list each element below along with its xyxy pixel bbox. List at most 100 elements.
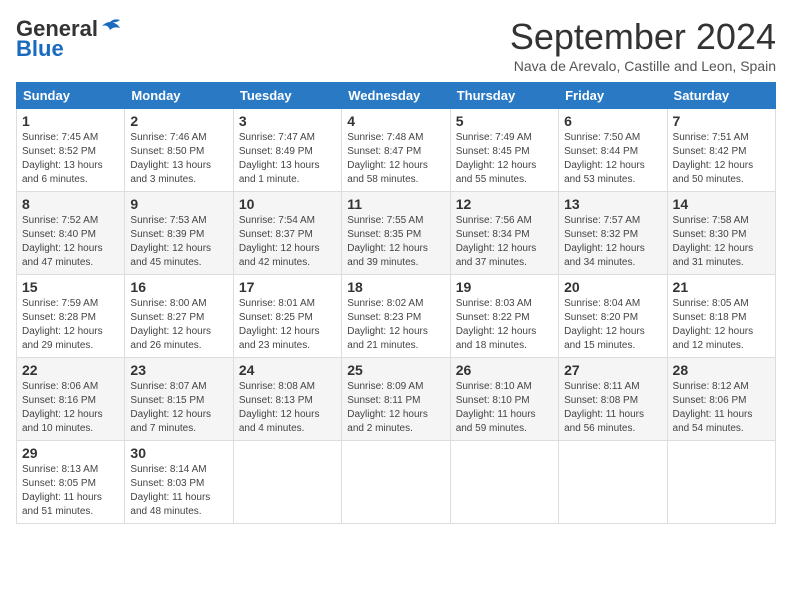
calendar-cell: 8 Sunrise: 7:52 AMSunset: 8:40 PMDayligh… [17, 192, 125, 275]
calendar-cell: 11 Sunrise: 7:55 AMSunset: 8:35 PMDaylig… [342, 192, 450, 275]
calendar-cell: 24 Sunrise: 8:08 AMSunset: 8:13 PMDaylig… [233, 358, 341, 441]
logo-blue-text: Blue [16, 36, 64, 62]
day-info: Sunrise: 8:06 AMSunset: 8:16 PMDaylight:… [22, 380, 119, 436]
calendar-cell: 29 Sunrise: 8:13 AMSunset: 8:05 PMDaylig… [17, 441, 125, 524]
day-info: Sunrise: 7:52 AMSunset: 8:40 PMDaylight:… [22, 214, 119, 270]
day-number: 7 [673, 113, 770, 129]
day-number: 2 [130, 113, 227, 129]
calendar-cell: 4 Sunrise: 7:48 AMSunset: 8:47 PMDayligh… [342, 109, 450, 192]
header-wednesday: Wednesday [342, 83, 450, 109]
calendar-table: SundayMondayTuesdayWednesdayThursdayFrid… [16, 82, 776, 524]
calendar-week-4: 22 Sunrise: 8:06 AMSunset: 8:16 PMDaylig… [17, 358, 776, 441]
day-number: 11 [347, 196, 444, 212]
day-number: 22 [22, 362, 119, 378]
calendar-cell: 26 Sunrise: 8:10 AMSunset: 8:10 PMDaylig… [450, 358, 558, 441]
day-info: Sunrise: 8:04 AMSunset: 8:20 PMDaylight:… [564, 297, 661, 353]
day-info: Sunrise: 8:03 AMSunset: 8:22 PMDaylight:… [456, 297, 553, 353]
calendar-cell [559, 441, 667, 524]
calendar-week-1: 1 Sunrise: 7:45 AMSunset: 8:52 PMDayligh… [17, 109, 776, 192]
day-number: 3 [239, 113, 336, 129]
day-number: 26 [456, 362, 553, 378]
calendar-cell: 13 Sunrise: 7:57 AMSunset: 8:32 PMDaylig… [559, 192, 667, 275]
header-friday: Friday [559, 83, 667, 109]
day-number: 12 [456, 196, 553, 212]
header-thursday: Thursday [450, 83, 558, 109]
calendar-cell: 12 Sunrise: 7:56 AMSunset: 8:34 PMDaylig… [450, 192, 558, 275]
day-info: Sunrise: 7:54 AMSunset: 8:37 PMDaylight:… [239, 214, 336, 270]
day-number: 23 [130, 362, 227, 378]
calendar-cell: 19 Sunrise: 8:03 AMSunset: 8:22 PMDaylig… [450, 275, 558, 358]
calendar-cell: 18 Sunrise: 8:02 AMSunset: 8:23 PMDaylig… [342, 275, 450, 358]
day-number: 8 [22, 196, 119, 212]
calendar-cell: 9 Sunrise: 7:53 AMSunset: 8:39 PMDayligh… [125, 192, 233, 275]
header-sunday: Sunday [17, 83, 125, 109]
day-number: 5 [456, 113, 553, 129]
calendar-cell: 6 Sunrise: 7:50 AMSunset: 8:44 PMDayligh… [559, 109, 667, 192]
day-info: Sunrise: 8:10 AMSunset: 8:10 PMDaylight:… [456, 380, 553, 436]
logo: General Blue [16, 16, 120, 62]
day-info: Sunrise: 8:00 AMSunset: 8:27 PMDaylight:… [130, 297, 227, 353]
day-number: 14 [673, 196, 770, 212]
calendar-cell: 28 Sunrise: 8:12 AMSunset: 8:06 PMDaylig… [667, 358, 775, 441]
day-info: Sunrise: 8:14 AMSunset: 8:03 PMDaylight:… [130, 463, 227, 519]
calendar-cell: 23 Sunrise: 8:07 AMSunset: 8:15 PMDaylig… [125, 358, 233, 441]
calendar-cell: 16 Sunrise: 8:00 AMSunset: 8:27 PMDaylig… [125, 275, 233, 358]
day-info: Sunrise: 8:09 AMSunset: 8:11 PMDaylight:… [347, 380, 444, 436]
calendar-cell: 3 Sunrise: 7:47 AMSunset: 8:49 PMDayligh… [233, 109, 341, 192]
day-info: Sunrise: 8:02 AMSunset: 8:23 PMDaylight:… [347, 297, 444, 353]
calendar-week-3: 15 Sunrise: 7:59 AMSunset: 8:28 PMDaylig… [17, 275, 776, 358]
calendar-cell: 10 Sunrise: 7:54 AMSunset: 8:37 PMDaylig… [233, 192, 341, 275]
calendar-cell: 22 Sunrise: 8:06 AMSunset: 8:16 PMDaylig… [17, 358, 125, 441]
day-info: Sunrise: 8:13 AMSunset: 8:05 PMDaylight:… [22, 463, 119, 519]
day-info: Sunrise: 7:49 AMSunset: 8:45 PMDaylight:… [456, 131, 553, 187]
day-info: Sunrise: 7:57 AMSunset: 8:32 PMDaylight:… [564, 214, 661, 270]
logo-bird-icon [100, 18, 120, 34]
calendar-cell: 5 Sunrise: 7:49 AMSunset: 8:45 PMDayligh… [450, 109, 558, 192]
day-number: 6 [564, 113, 661, 129]
day-info: Sunrise: 8:05 AMSunset: 8:18 PMDaylight:… [673, 297, 770, 353]
day-number: 25 [347, 362, 444, 378]
day-info: Sunrise: 7:59 AMSunset: 8:28 PMDaylight:… [22, 297, 119, 353]
calendar-cell [667, 441, 775, 524]
page-header: General Blue September 2024 Nava de Arev… [16, 16, 776, 74]
day-number: 27 [564, 362, 661, 378]
calendar-cell: 14 Sunrise: 7:58 AMSunset: 8:30 PMDaylig… [667, 192, 775, 275]
day-number: 4 [347, 113, 444, 129]
calendar-cell: 20 Sunrise: 8:04 AMSunset: 8:20 PMDaylig… [559, 275, 667, 358]
day-info: Sunrise: 7:50 AMSunset: 8:44 PMDaylight:… [564, 131, 661, 187]
calendar-cell: 21 Sunrise: 8:05 AMSunset: 8:18 PMDaylig… [667, 275, 775, 358]
day-number: 10 [239, 196, 336, 212]
calendar-cell [450, 441, 558, 524]
day-info: Sunrise: 8:11 AMSunset: 8:08 PMDaylight:… [564, 380, 661, 436]
day-number: 15 [22, 279, 119, 295]
calendar-cell: 17 Sunrise: 8:01 AMSunset: 8:25 PMDaylig… [233, 275, 341, 358]
calendar-cell: 30 Sunrise: 8:14 AMSunset: 8:03 PMDaylig… [125, 441, 233, 524]
month-title: September 2024 [510, 16, 776, 58]
calendar-week-5: 29 Sunrise: 8:13 AMSunset: 8:05 PMDaylig… [17, 441, 776, 524]
day-info: Sunrise: 7:48 AMSunset: 8:47 PMDaylight:… [347, 131, 444, 187]
calendar-cell: 27 Sunrise: 8:11 AMSunset: 8:08 PMDaylig… [559, 358, 667, 441]
calendar-cell: 15 Sunrise: 7:59 AMSunset: 8:28 PMDaylig… [17, 275, 125, 358]
day-number: 20 [564, 279, 661, 295]
location: Nava de Arevalo, Castille and Leon, Spai… [510, 58, 776, 74]
day-number: 29 [22, 445, 119, 461]
day-number: 1 [22, 113, 119, 129]
day-info: Sunrise: 7:51 AMSunset: 8:42 PMDaylight:… [673, 131, 770, 187]
day-number: 21 [673, 279, 770, 295]
day-info: Sunrise: 7:47 AMSunset: 8:49 PMDaylight:… [239, 131, 336, 187]
day-number: 13 [564, 196, 661, 212]
calendar-cell [342, 441, 450, 524]
day-info: Sunrise: 7:55 AMSunset: 8:35 PMDaylight:… [347, 214, 444, 270]
day-info: Sunrise: 7:56 AMSunset: 8:34 PMDaylight:… [456, 214, 553, 270]
day-info: Sunrise: 8:07 AMSunset: 8:15 PMDaylight:… [130, 380, 227, 436]
header-saturday: Saturday [667, 83, 775, 109]
calendar-cell [233, 441, 341, 524]
calendar-header-row: SundayMondayTuesdayWednesdayThursdayFrid… [17, 83, 776, 109]
calendar-week-2: 8 Sunrise: 7:52 AMSunset: 8:40 PMDayligh… [17, 192, 776, 275]
day-info: Sunrise: 7:53 AMSunset: 8:39 PMDaylight:… [130, 214, 227, 270]
header-monday: Monday [125, 83, 233, 109]
day-number: 18 [347, 279, 444, 295]
day-number: 28 [673, 362, 770, 378]
day-info: Sunrise: 7:58 AMSunset: 8:30 PMDaylight:… [673, 214, 770, 270]
day-number: 19 [456, 279, 553, 295]
